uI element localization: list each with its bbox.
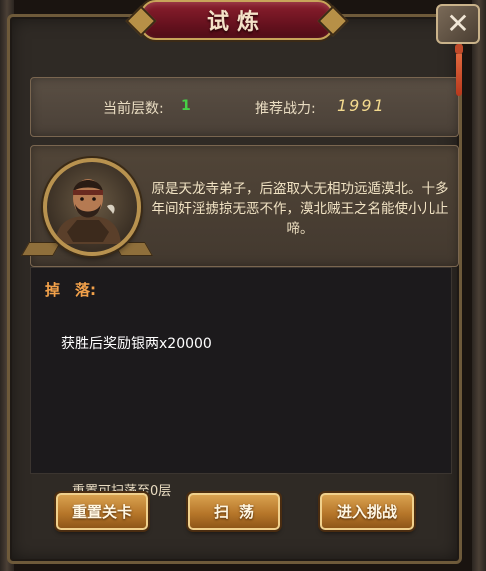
- dialog-title: 试炼: [206, 10, 267, 35]
- enter-challenge-button[interactable]: 进入挑战: [320, 493, 414, 530]
- boss-description-text: 原是天龙寺弟子，后盗取大无相功远遁漠北。十多年间奸淫掳掠无恶不作，漠北贼王之名能…: [151, 181, 449, 237]
- info-bar: 当前层数: 1 推荐战力: 1991: [30, 77, 459, 137]
- boss-portrait-icon: [43, 158, 141, 256]
- drop-item: 获胜后奖励银两x20000: [61, 336, 212, 352]
- current-floor-value: 1: [181, 98, 191, 114]
- tassel-strand: [456, 54, 462, 96]
- dialog-title-plate: 试炼: [140, 0, 334, 40]
- portrait-ornament-left: [20, 242, 62, 256]
- recommended-power-value: 1991: [337, 96, 386, 115]
- close-button[interactable]: ✕: [436, 4, 480, 44]
- drops-panel: 掉 落: 获胜后奖励银两x20000: [30, 267, 452, 474]
- drops-title: 掉 落:: [45, 281, 96, 299]
- trial-dialog-panel: 当前层数: 1 推荐战力: 1991 原是天龙寺弟子，后盗取大无相功远遁漠北。十…: [7, 14, 462, 564]
- reset-stage-button[interactable]: 重置关卡: [56, 493, 148, 530]
- current-floor-label: 当前层数:: [103, 101, 164, 117]
- boss-description-card: 原是天龙寺弟子，后盗取大无相功远遁漠北。十多年间奸淫掳掠无恶不作，漠北贼王之名能…: [20, 145, 459, 267]
- close-icon: ✕: [446, 7, 470, 40]
- tassel-knot: [455, 44, 463, 54]
- background-edge-right: [472, 0, 486, 571]
- tassel-ornament-icon: [454, 44, 464, 98]
- bearded-warrior-portrait-icon: [55, 179, 121, 244]
- sweep-button[interactable]: 扫荡: [188, 493, 280, 530]
- recommended-power-label: 推荐战力:: [255, 101, 316, 117]
